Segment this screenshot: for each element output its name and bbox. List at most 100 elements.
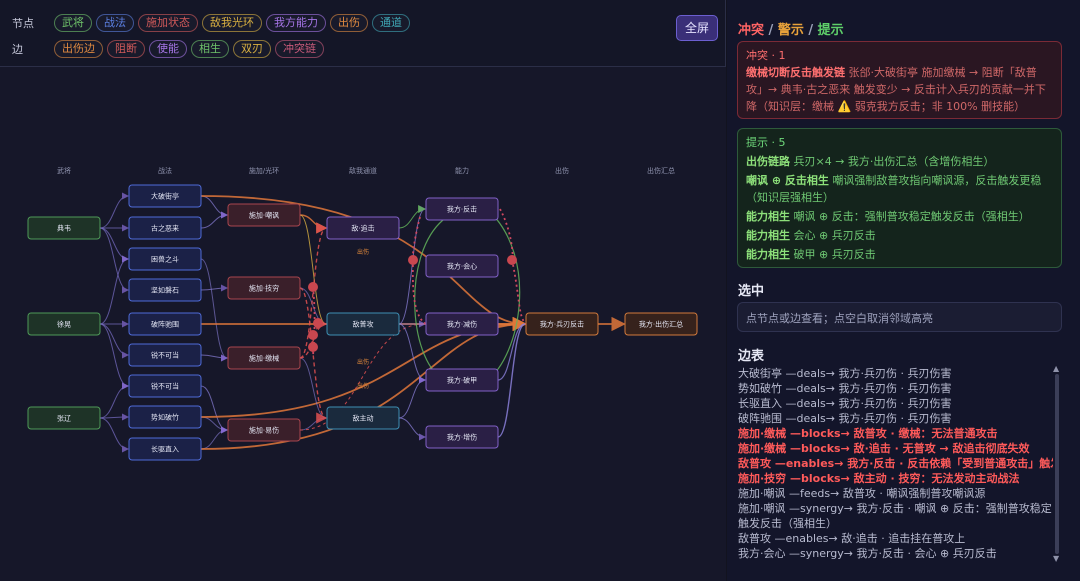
graph-edge[interactable] [99,382,129,419]
graph-edge[interactable] [99,417,129,453]
edge-chip[interactable]: 阻断 [107,40,145,58]
graph-edge[interactable] [398,205,426,229]
node-chip[interactable]: 我方能力 [266,14,326,32]
node-wo_pojia[interactable]: 我方·破甲 [425,368,499,392]
node-wo_huixin[interactable]: 我方·会心 [425,254,499,278]
fullscreen-button[interactable]: 全屏 [676,15,718,41]
edge-row[interactable]: 敌普攻 —enables→ 敌·追击 · 追击挂在普攻上 [738,531,1053,546]
node-label: 长驱直入 [151,445,179,454]
graph-edge[interactable] [200,426,228,450]
scroll-down-icon[interactable]: ▼ [1053,554,1059,563]
graph-edge[interactable] [398,376,426,419]
conflict-marker[interactable] [408,255,418,265]
node-sj_jingshang[interactable]: 施加·易伤 [227,418,301,442]
scrollbar-thumb[interactable] [1055,374,1059,554]
app-window: 节点 武将 战法 施加状态 敌我光环 我方能力 出伤 通道 边 出伤边 阻断 使能 相生 双刃 冲突链… [0,0,1080,581]
graph-edge[interactable] [200,195,228,219]
graph-edge[interactable] [200,258,228,362]
graph-edge[interactable] [99,227,129,294]
graph-edge[interactable] [99,323,129,359]
node-layer[interactable]: 典韦徐晃张辽大破街亭古之恶来困兽之斗坚如磐石破阵驰围锐不可当锐不可当势如破竹长驱… [27,184,698,461]
conflict-edge[interactable] [511,259,527,325]
node-chip[interactable]: 通道 [372,14,410,32]
conflict-marker[interactable] [308,330,318,340]
graph-edge[interactable] [299,214,328,234]
edge-chip[interactable]: 冲突链 [275,40,324,58]
conflict-marker[interactable] [308,282,318,292]
edge-row[interactable]: 施加·技穷 —blocks→ 敌主动 · 技穷：无法发动主动战法 [738,471,1053,486]
edge-table-scrollbar[interactable]: ▲ ▼ [1053,364,1060,564]
node-sj_chaofeng[interactable]: 施加·嘲讽 [227,203,301,227]
node-kunshou[interactable]: 困兽之斗 [128,247,202,271]
edge-row[interactable]: 敌普攻 —enables→ 我方·反击 · 反击依赖「受到普通攻击」触发 [738,456,1053,471]
node-yongbu[interactable]: 锐不可当 [128,343,202,367]
edge-row[interactable]: 施加·缴械 —blocks→ 敌普攻 · 缴械：无法普通攻击 [738,426,1053,441]
node-xuhuang[interactable]: 徐晃 [27,312,101,336]
edge-chip[interactable]: 使能 [149,40,187,58]
node-changqu[interactable]: 长驱直入 [128,437,202,461]
node-wo_zengshang[interactable]: 我方·增伤 [425,425,499,449]
graph-edge[interactable] [99,255,129,325]
conflict-marker[interactable] [507,255,517,265]
edge-chip[interactable]: 相生 [191,40,229,58]
hint-item: 能力相生 会心 ⊕ 兵刃反击 [746,227,1053,244]
node-zhangliao[interactable]: 张辽 [27,406,101,430]
node-di_zhuiji[interactable]: 敌·追击 [326,216,400,240]
edge-chip-group: 出伤边 阻断 使能 相生 双刃 冲突链 [54,40,328,58]
graph-edge[interactable] [299,357,327,419]
node-chip[interactable]: 施加状态 [138,14,198,32]
scroll-up-icon[interactable]: ▲ [1053,364,1059,373]
edge-row[interactable]: 施加·嘲讽 —synergy→ 我方·反击 · 嘲讽 ⊕ 反击：强制普攻稳定触发… [738,501,1053,531]
edge-chip[interactable]: 双刃 [233,40,271,58]
title-sep: / [803,23,818,38]
node-label: 施加·缴械 [249,354,279,363]
node-di_zhudong[interactable]: 敌主动 [326,406,400,430]
node-wo_jianshang[interactable]: 我方·减伤 [425,312,499,336]
conflict-marker[interactable] [313,318,323,328]
graph-edge[interactable] [497,323,526,381]
graph-canvas[interactable]: 武将 战法 施加/光环 敌我通道 能力 出伤 出伤汇总 出伤 出伤 出伤 典韦 徐晃 张辽 大破街亭古… [0,67,726,581]
node-wo_huizong[interactable]: 我方·出伤汇总 [624,312,698,336]
graph-svg[interactable]: 武将 战法 施加/光环 敌我通道 能力 出伤 出伤汇总 出伤出伤出伤 典韦徐晃张辽大破街亭古… [0,67,726,581]
edge-row[interactable]: 施加·嘲讽 —feeds→ 敌普攻 · 嘲讽强制普攻嘲讽源 [738,486,1053,501]
edge-row[interactable]: 势如破竹 —deals→ 我方·兵刃伤 · 兵刃伤害 [738,381,1053,396]
node-wo_fanji[interactable]: 我方·反击 [425,197,499,221]
graph-edge[interactable] [99,323,129,390]
graph-pane: 节点 武将 战法 施加状态 敌我光环 我方能力 出伤 通道 边 出伤边 阻断 使能 相生 双刃 冲突链… [0,0,726,581]
node-sj_jiqiong[interactable]: 施加·技穷 [227,276,301,300]
graph-edge[interactable] [398,323,426,384]
hint-item: 能力相生 破甲 ⊕ 兵刃反击 [746,246,1053,263]
node-ruibu[interactable]: 锐不可当 [128,374,202,398]
edge-row[interactable]: 大破街亭 —deals→ 我方·兵刃伤 · 兵刃伤害 [738,366,1053,381]
node-chip[interactable]: 战法 [96,14,134,32]
node-sj_jiaoxie[interactable]: 施加·缴械 [227,346,301,370]
graph-edge[interactable] [398,417,426,441]
node-wo_bingren[interactable]: 我方·兵刃反击 [525,312,599,336]
node-jianrou[interactable]: 坚如磐石 [128,278,202,302]
conflict-card[interactable]: 冲突 · 1 缴械切断反击触发链 张郃·大破街亭 施加缴械 → 阻断「敌普攻」→… [737,41,1062,119]
node-label: 张辽 [57,414,71,423]
edge-row[interactable]: 我方·会心 —synergy→ 我方·反击 · 会心 ⊕ 兵刃反击 [738,546,1053,561]
graph-edge[interactable] [200,284,228,292]
edge-chip[interactable]: 出伤边 [54,40,103,58]
hint-card[interactable]: 提示 · 5 出伤链路 兵刃×4 → 我方·出伤汇总（含增伤相生） 嘲讽 ⊕ 反… [737,128,1062,268]
edge-row[interactable]: 长驱直入 —deals→ 我方·兵刃伤 · 兵刃伤害 [738,396,1053,411]
node-label: 破阵驰围 [151,320,179,329]
node-chip[interactable]: 武将 [54,14,92,32]
node-pozhen[interactable]: 破阵驰围 [128,312,202,336]
node-label: 锐不可当 [151,351,179,360]
node-dapo[interactable]: 大破街亭 [128,184,202,208]
edge-row[interactable]: 施加·缴械 —blocks→ 敌·追击 · 无普攻 → 敌追击彻底失效 [738,441,1053,456]
node-guzhie[interactable]: 古之恶来 [128,216,202,240]
node-di_pugong[interactable]: 敌普攻 [326,312,400,336]
graph-edge[interactable] [200,211,228,229]
node-dianwei[interactable]: 典韦 [27,216,101,240]
graph-edge[interactable] [99,227,129,263]
node-shijia[interactable]: 势如破竹 [128,405,202,429]
edge-table[interactable]: 大破街亭 —deals→ 我方·兵刃伤 · 兵刃伤害 势如破竹 —deals→ 我… [738,366,1053,571]
graph-edge[interactable] [99,192,129,229]
node-chip[interactable]: 敌我光环 [202,14,262,32]
edge-row[interactable]: 破阵驰围 —deals→ 我方·兵刃伤 · 兵刃伤害 [738,411,1053,426]
node-chip[interactable]: 出伤 [330,14,368,32]
conflict-marker[interactable] [308,342,318,352]
